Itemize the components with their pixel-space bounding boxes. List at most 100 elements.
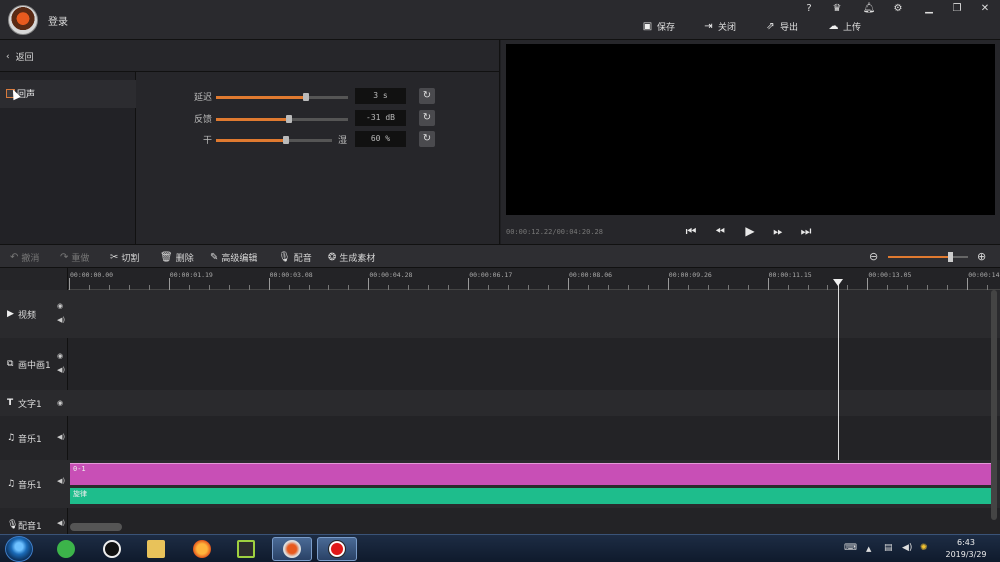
reset-icon[interactable]: ↻ (419, 131, 435, 147)
save-button[interactable]: ▣ 保存 (642, 19, 675, 33)
reset-icon[interactable]: ↻ (419, 88, 435, 104)
audio-clip-pink[interactable]: 0-1 (70, 463, 992, 485)
edit-toolbar: ↶ 撤消 ↷ 重做 ✂ 切割 🗑︎ 删除 ✎ 高级编辑 🎙︎ 配音 ❂ 生成素材… (0, 244, 1000, 268)
qq-icon (103, 540, 121, 558)
volume-icon[interactable]: ◀) (57, 316, 65, 324)
start-button[interactable] (5, 536, 33, 562)
step-back-icon[interactable]: ⏪︎ (712, 223, 728, 239)
volume-icon[interactable]: ◀) (57, 519, 65, 527)
bell-icon[interactable]: 🔔︎ (860, 3, 878, 17)
ruler-minor-tick (328, 285, 330, 290)
feedback-value[interactable]: -31 dB (355, 110, 406, 126)
speaker-icon[interactable]: ◀) (902, 543, 912, 553)
effects-panel: ‹ 返回 回声 删除 清空 延迟 3 s ↻ 反馈 (0, 40, 500, 266)
redo-button[interactable]: ↷ 重做 (60, 251, 89, 264)
skip-to-end-icon[interactable]: ⏭ (798, 223, 814, 239)
track-label: 画中画1 (18, 360, 51, 371)
slider-thumb[interactable] (282, 136, 289, 144)
ruler-minor-tick (787, 285, 789, 290)
track-header-voiceover[interactable]: 🎙︎ 配音1 ◀) (0, 516, 68, 534)
login-link[interactable]: 登录 (48, 13, 68, 28)
taskbar-clock[interactable]: 6:43 2019/3/29 (938, 537, 994, 561)
playhead-handle[interactable] (833, 279, 843, 286)
track-header-video[interactable]: ▶ 视频 ◉ ◀) (0, 290, 68, 338)
network-icon[interactable]: ▤ (884, 543, 893, 553)
close-project-button[interactable]: ⇥ 关闭 (703, 19, 736, 33)
lane-voiceover[interactable] (68, 508, 1000, 534)
keyboard-icon[interactable]: ⌨ (844, 543, 857, 553)
delay-value[interactable]: 3 s (355, 88, 406, 104)
delete-label: 删除 (175, 254, 194, 264)
volume-icon[interactable]: ◀) (57, 366, 65, 374)
minimize-icon[interactable]: ▁ (920, 3, 938, 17)
ruler-minor-tick (188, 285, 190, 290)
tray-expand-icon[interactable]: ▲ (866, 545, 871, 553)
vertical-scrollbar[interactable] (991, 290, 997, 520)
taskbar-app-refresh[interactable] (46, 537, 86, 561)
eye-icon[interactable]: ◉ (57, 352, 63, 360)
video-preview[interactable] (506, 44, 995, 215)
reset-icon[interactable]: ↻ (419, 110, 435, 126)
effect-label: 回声 (17, 90, 36, 100)
skip-to-start-icon[interactable]: ⏮ (683, 223, 699, 239)
crown-icon[interactable]: ♛ (828, 3, 846, 17)
ruler-major-tick (368, 278, 370, 290)
advanced-edit-button[interactable]: ✎ 高级编辑 (210, 251, 257, 264)
zoom-in-icon[interactable]: ⊕ (977, 250, 986, 263)
dub-button[interactable]: 🎙︎ 配音 (278, 251, 312, 264)
gear-icon[interactable]: ⚙ (889, 3, 907, 17)
sun-icon[interactable]: ✺ (920, 543, 928, 553)
undo-button[interactable]: ↶ 撤消 (10, 251, 39, 264)
track-header-music-1[interactable]: ♫ 音乐1 ◀) (0, 416, 68, 460)
eye-icon[interactable]: ◉ (57, 302, 63, 310)
close-icon[interactable]: ✕ (976, 3, 994, 17)
slider-thumb[interactable] (302, 93, 309, 101)
play-icon[interactable]: ▶ (742, 223, 758, 239)
taskbar-app-player[interactable] (226, 537, 266, 561)
taskbar-app-qq[interactable] (92, 537, 132, 561)
taskbar-app-recorder[interactable] (317, 537, 357, 561)
taskbar-app-editor[interactable] (272, 537, 312, 561)
ruler-minor-tick (607, 285, 609, 290)
track-header-text[interactable]: T 文字1 ◉ (0, 390, 68, 416)
cut-button[interactable]: ✂ 切割 (110, 251, 139, 264)
zoom-out-icon[interactable]: ⊖ (869, 250, 878, 263)
eye-icon[interactable]: ◉ (57, 399, 63, 407)
taskbar-app-firefox[interactable] (182, 537, 222, 561)
playhead[interactable] (838, 283, 839, 460)
delete-button[interactable]: 🗑︎ 删除 (160, 251, 194, 264)
lane-music-1[interactable] (68, 416, 1000, 460)
export-button[interactable]: ⇗ 导出 (765, 19, 798, 33)
music-icon: ♫ (7, 433, 16, 443)
track-header-pip[interactable]: ⧉ 画中画1 ◉ ◀) (0, 338, 68, 390)
step-forward-icon[interactable]: ⏩︎ (770, 223, 786, 239)
volume-icon[interactable]: ◀) (57, 477, 65, 485)
lane-pip[interactable] (68, 338, 1000, 390)
dry-wet-value[interactable]: 60 % (355, 131, 406, 147)
taskbar-app-explorer[interactable] (136, 537, 176, 561)
lane-text[interactable] (68, 390, 1000, 416)
back-button[interactable]: ‹ 返回 (6, 50, 34, 64)
track-header-music-2[interactable]: ♫ 音乐1 ◀) (0, 460, 68, 508)
export-icon: ⇗ (766, 20, 775, 32)
ruler-major-tick (667, 278, 669, 290)
help-icon[interactable]: ? (800, 3, 818, 17)
undo-icon: ↶ (10, 252, 19, 263)
lane-video[interactable] (68, 290, 1000, 338)
ruler-minor-tick (627, 285, 629, 290)
generate-material-button[interactable]: ❂ 生成素材 (328, 251, 375, 264)
ruler-major-tick (468, 278, 470, 290)
param-label-wet: 湿 (338, 136, 348, 146)
ruler-major-tick (967, 278, 969, 290)
effect-item-echo[interactable]: 回声 (0, 80, 136, 108)
slider-thumb[interactable] (285, 115, 292, 123)
audio-clip-green[interactable]: 旋律 (70, 488, 992, 504)
volume-icon[interactable]: ◀) (57, 433, 65, 441)
close-label: 关闭 (718, 22, 737, 33)
restore-icon[interactable]: ❐ (948, 3, 966, 17)
timeline-ruler[interactable]: 00:00:00.00 00:00:01.19 00:00:03.08 00:00:0… (68, 268, 1000, 290)
zoom-thumb[interactable] (948, 252, 953, 262)
upload-button[interactable]: ☁ 上传 (828, 19, 862, 33)
track-headers: ▶ 视频 ◉ ◀) ⧉ 画中画1 ◉ ◀) T 文字1 ◉ ♫ 音乐1 ◀) ♫… (0, 268, 68, 534)
horizontal-scrollbar[interactable] (70, 523, 122, 531)
